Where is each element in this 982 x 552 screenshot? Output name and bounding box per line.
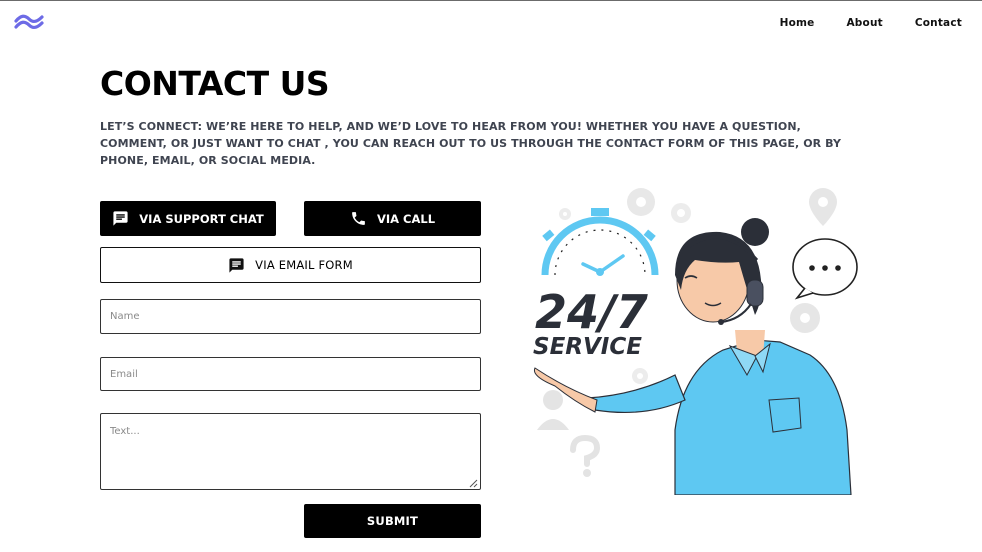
service-label-text: SERVICE bbox=[533, 334, 642, 360]
stopwatch-icon bbox=[541, 208, 659, 276]
gear-icon bbox=[790, 303, 820, 333]
gear-icon bbox=[627, 188, 655, 216]
submit-button[interactable]: SUBMIT bbox=[304, 504, 481, 538]
email-form-label: VIA EMAIL FORM bbox=[255, 258, 353, 272]
user-icon bbox=[537, 390, 569, 430]
message-icon bbox=[229, 257, 244, 273]
support-agent-illustration: 24/7 SERVICE bbox=[533, 188, 858, 495]
gear-icon bbox=[671, 203, 691, 223]
top-border bbox=[0, 0, 982, 1]
gear-icon bbox=[559, 208, 571, 220]
main-nav: Home About Contact bbox=[780, 17, 962, 29]
wave-logo-icon[interactable] bbox=[14, 12, 44, 32]
speech-bubble-icon bbox=[792, 238, 858, 300]
submit-label: SUBMIT bbox=[366, 514, 419, 528]
support-chat-label: VIA SUPPORT CHAT bbox=[139, 211, 264, 226]
email-input[interactable] bbox=[100, 357, 481, 391]
call-label: VIA CALL bbox=[376, 211, 436, 226]
email-form-button[interactable]: VIA EMAIL FORM bbox=[100, 247, 481, 283]
nav-about-link[interactable]: About bbox=[846, 17, 882, 29]
nav-home-link[interactable]: Home bbox=[780, 17, 815, 29]
chat-icon bbox=[113, 211, 128, 226]
service-24-7-text: 24/7 bbox=[535, 285, 648, 339]
message-textarea[interactable] bbox=[100, 413, 481, 490]
page-subtitle: LET’S CONNECT: WE’RE HERE TO HELP, AND W… bbox=[100, 120, 842, 167]
gear-icon bbox=[632, 368, 648, 384]
location-pin-icon bbox=[809, 188, 837, 226]
nav-contact-link[interactable]: Contact bbox=[915, 17, 962, 29]
question-icon bbox=[570, 434, 601, 477]
phone-icon bbox=[352, 212, 365, 225]
name-input[interactable] bbox=[100, 299, 481, 334]
call-button[interactable]: VIA CALL bbox=[304, 201, 481, 236]
page-title: CONTACT US bbox=[100, 64, 330, 103]
support-chat-button[interactable]: VIA SUPPORT CHAT bbox=[100, 201, 276, 236]
resize-grip-icon[interactable] bbox=[469, 479, 478, 488]
